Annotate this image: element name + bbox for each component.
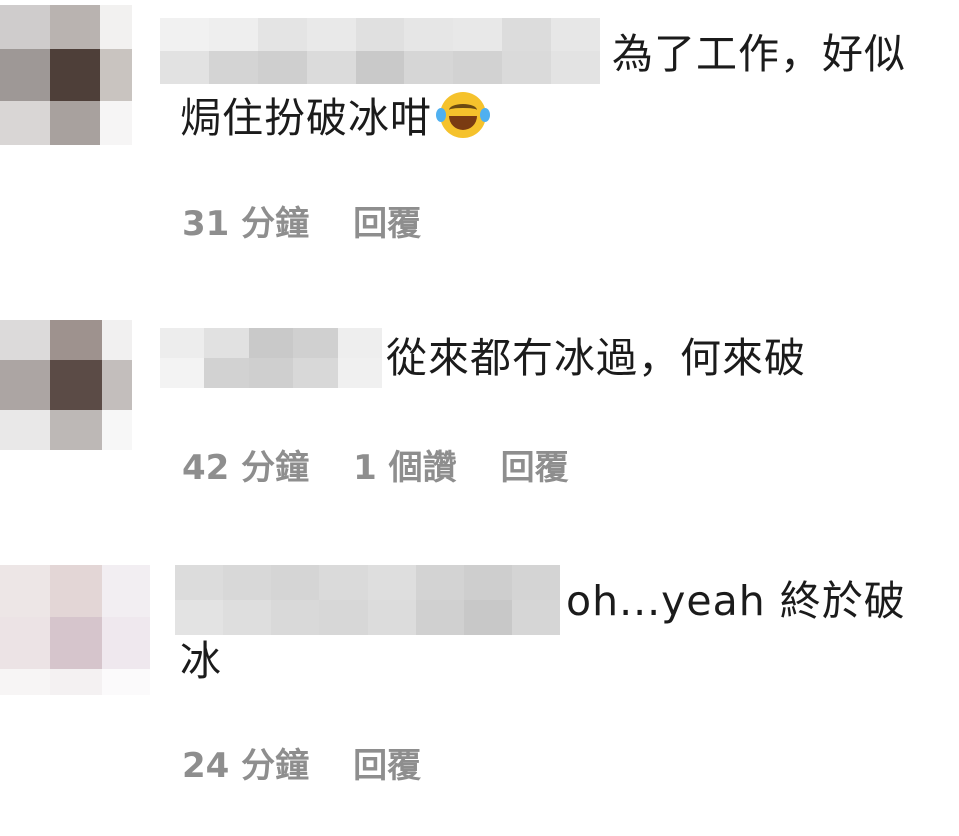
avatar-pixel (100, 5, 132, 49)
timestamp: 31 分鐘 (182, 204, 310, 244)
avatar-pixel (102, 617, 150, 669)
avatar-pixel (100, 101, 132, 145)
comment-meta: 31 分鐘 回覆 (182, 196, 421, 245)
avatar-pixel (102, 360, 132, 410)
comment-meta: 24 分鐘 回覆 (182, 738, 421, 787)
face-with-tears-of-joy-icon (436, 92, 490, 138)
comment-item: 為了工作，好似 焗住扮破冰咁 31 分鐘 回覆 (0, 0, 959, 260)
avatar-pixel (50, 669, 102, 695)
avatar-pixel (0, 5, 50, 49)
timestamp: 42 分鐘 (182, 448, 310, 488)
avatar-pixel (102, 320, 132, 360)
comment-text-line1: 從來都冇冰過，何來破 (386, 334, 806, 382)
username-redacted[interactable] (175, 565, 560, 635)
comment-meta: 42 分鐘 1 個讚 回覆 (182, 440, 569, 489)
avatar-pixel (0, 360, 50, 410)
avatar-pixel (0, 101, 50, 145)
comment-item: 從來都冇冰過，何來破 42 分鐘 1 個讚 回覆 (0, 300, 959, 520)
like-count[interactable]: 1 個讚 (353, 440, 457, 489)
avatar-pixel (50, 5, 100, 49)
avatar-pixel (50, 565, 102, 617)
comment-text-line1: 為了工作，好似 (612, 30, 906, 78)
avatar-pixel (0, 617, 50, 669)
comment-text: 焗住扮破冰咁 (180, 94, 432, 142)
comment-text-line1: oh...yeah 終於破 (566, 577, 906, 625)
avatar-pixel (50, 101, 100, 145)
avatar-pixel (0, 410, 50, 450)
avatar-pixel (50, 410, 102, 450)
comment-text-line2: 焗住扮破冰咁 (180, 86, 490, 150)
avatar-pixel (0, 49, 50, 101)
avatar-pixel (0, 669, 50, 695)
avatar-pixel (102, 669, 150, 695)
avatar-pixel (50, 320, 102, 360)
username-redacted[interactable] (160, 328, 382, 388)
avatar-pixel (50, 360, 102, 410)
reply-button[interactable]: 回覆 (353, 196, 421, 245)
avatar-pixel (100, 49, 132, 101)
avatar-pixel (0, 565, 50, 617)
avatar-pixel (102, 410, 132, 450)
comment-text-line2: 冰 (180, 637, 222, 685)
username-redacted[interactable] (160, 18, 600, 84)
avatar-pixel (102, 565, 150, 617)
avatar[interactable] (0, 320, 132, 450)
avatar-pixel (0, 320, 50, 360)
timestamp: 24 分鐘 (182, 746, 310, 786)
avatar[interactable] (0, 5, 132, 145)
avatar-pixel (50, 617, 102, 669)
avatar[interactable] (0, 565, 150, 695)
reply-button[interactable]: 回覆 (353, 738, 421, 787)
reply-button[interactable]: 回覆 (501, 440, 569, 489)
avatar-pixel (50, 49, 100, 101)
comment-item: oh...yeah 終於破 冰 24 分鐘 回覆 (0, 545, 959, 835)
